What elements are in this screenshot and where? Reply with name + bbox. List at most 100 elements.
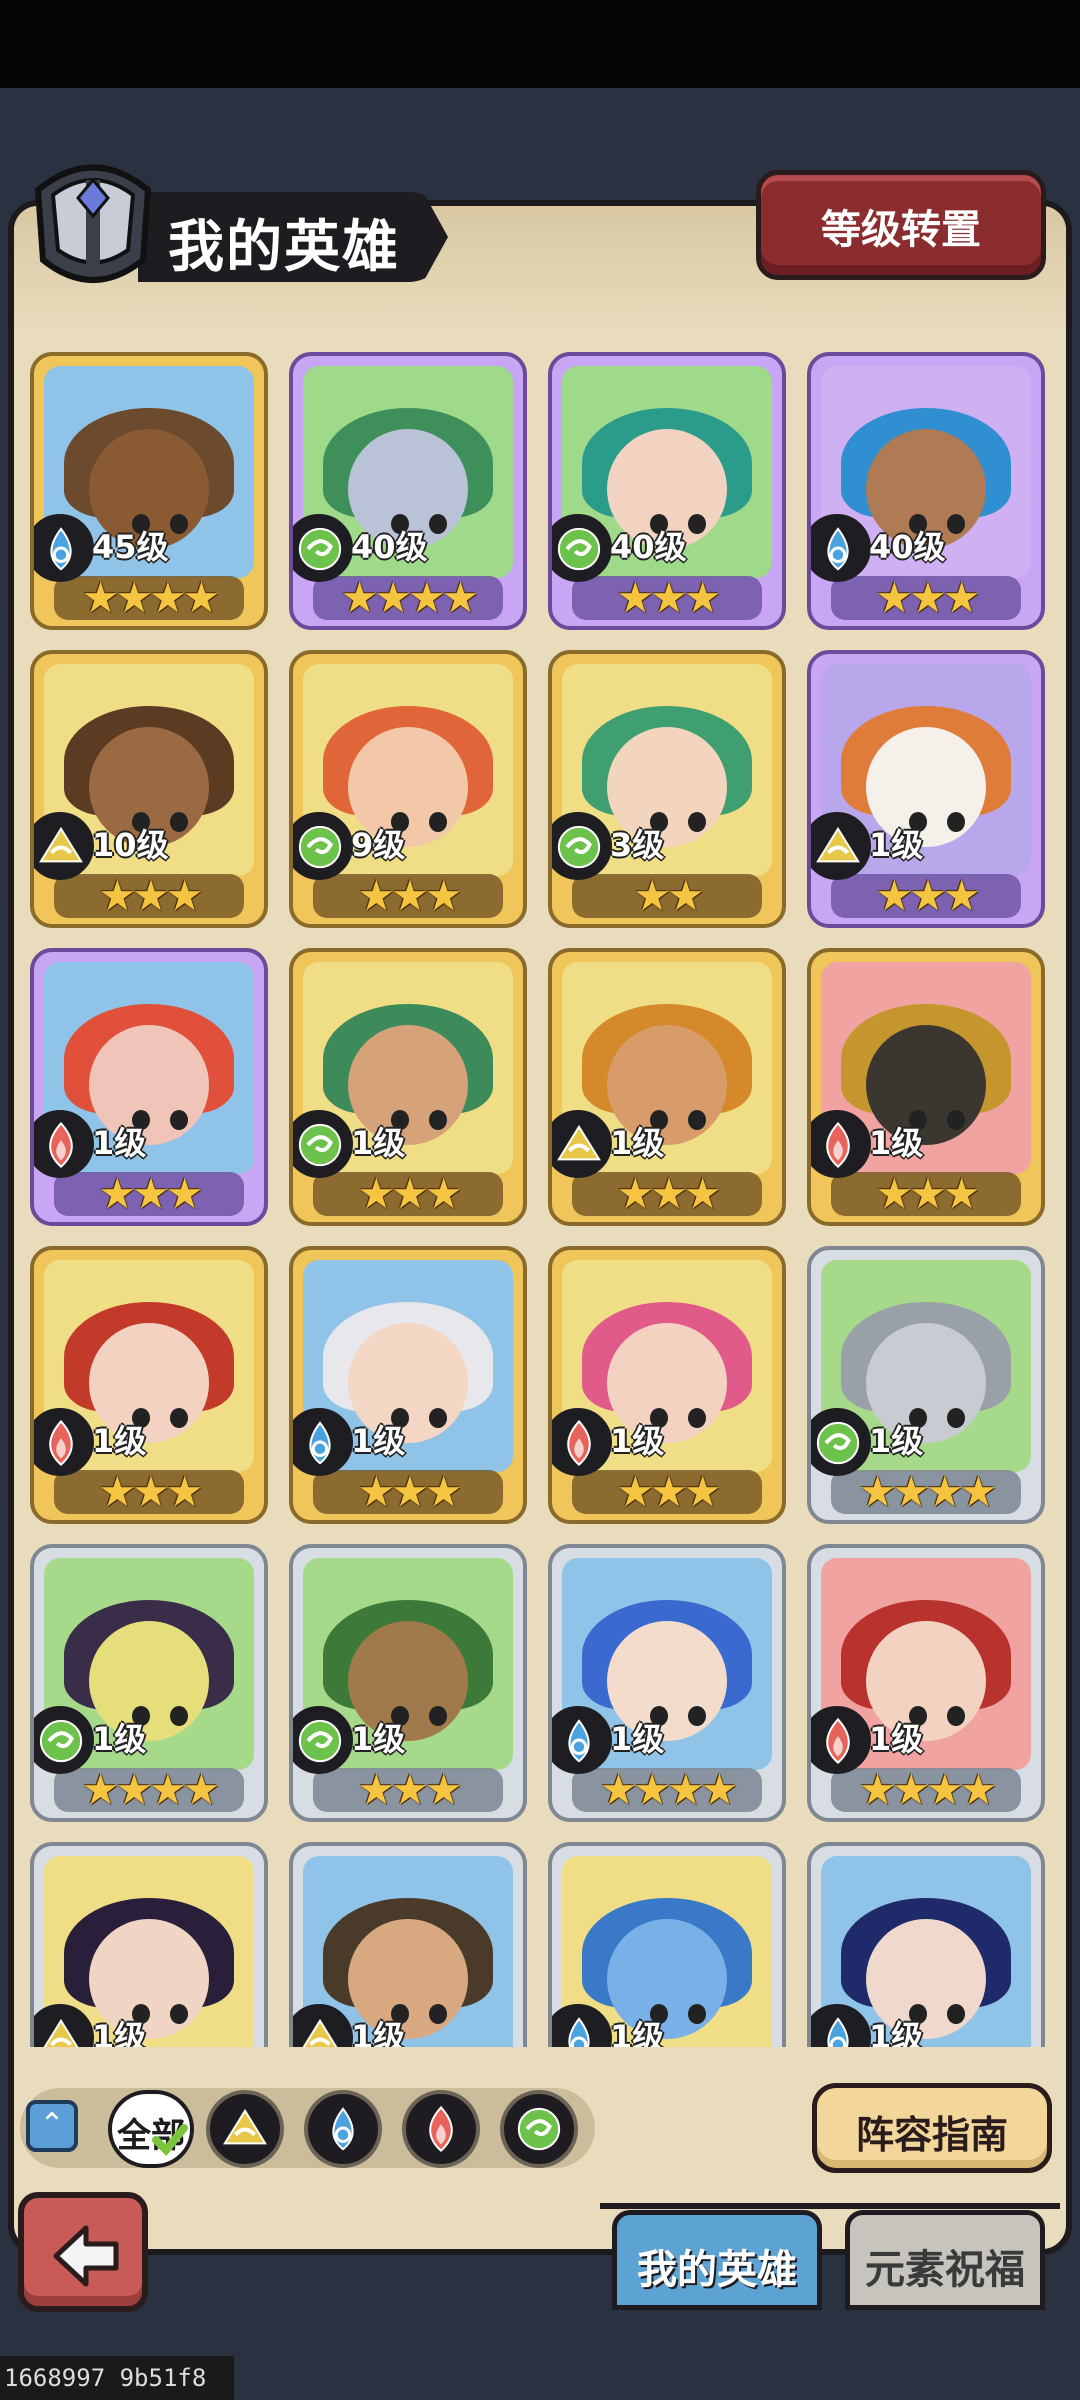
earth-element-icon bbox=[552, 1110, 612, 1178]
hero-card[interactable]: ★★★1级 bbox=[548, 948, 786, 1226]
hero-level: 3级 bbox=[610, 826, 665, 864]
hero-level: 40级 bbox=[610, 528, 687, 566]
hero-level: 1级 bbox=[610, 1422, 665, 1460]
wind-element-icon bbox=[293, 1110, 353, 1178]
hero-card[interactable]: ★★★ 1级 bbox=[289, 1246, 527, 1524]
hero-stars: ★★★ bbox=[357, 1169, 463, 1218]
hero-card[interactable]: ★★★★ 1级 bbox=[807, 1544, 1045, 1822]
fire-element-icon bbox=[429, 2105, 453, 2152]
water-element-icon bbox=[811, 514, 871, 582]
fire-element-icon bbox=[811, 1110, 871, 1178]
fire-element-icon bbox=[34, 1110, 94, 1178]
hero-card[interactable]: ★★★ 40级 bbox=[548, 352, 786, 630]
filter-wind-button[interactable] bbox=[500, 2090, 578, 2168]
lineup-guide-button[interactable]: 阵容指南 bbox=[812, 2083, 1052, 2173]
filter-water-button[interactable] bbox=[304, 2090, 382, 2168]
hero-level: 1级 bbox=[92, 1124, 147, 1162]
hero-level: 1级 bbox=[869, 2018, 924, 2047]
hero-card[interactable]: ★★★ 10级 bbox=[30, 650, 268, 928]
page-title: 我的英雄 bbox=[168, 215, 400, 280]
hero-card[interactable]: ★★★ 1级 bbox=[548, 1246, 786, 1524]
hero-stars: ★★★ bbox=[357, 1467, 463, 1516]
hero-stars: ★★★ bbox=[616, 1467, 722, 1516]
hero-card[interactable]: ★★★★ 40级 bbox=[289, 352, 527, 630]
hero-card[interactable]: ★★★★ 1级 bbox=[30, 1544, 268, 1822]
wind-element-icon bbox=[293, 514, 353, 582]
watermark: 1668997 9b51f8 bbox=[0, 2356, 234, 2400]
tab-my-heroes[interactable]: 我的英雄 bbox=[612, 2210, 822, 2310]
hero-card[interactable]: ★★★1级 bbox=[807, 650, 1045, 928]
level-transfer-label: 等级转置 bbox=[821, 207, 981, 253]
hero-card[interactable]: ★★★ 1级 bbox=[289, 948, 527, 1226]
helmet-icon bbox=[34, 164, 152, 283]
tab-my-heroes-label: 我的英雄 bbox=[637, 2247, 797, 2293]
filter-fire-button[interactable] bbox=[402, 2090, 480, 2168]
water-element-icon bbox=[34, 514, 94, 582]
hero-stars: ★★★ bbox=[616, 573, 722, 622]
fire-element-icon bbox=[552, 1408, 612, 1476]
hero-stars: ★★★★ bbox=[81, 573, 221, 622]
hero-card[interactable]: ★★★ 9级 bbox=[289, 650, 527, 928]
hero-card[interactable]: ★★★1级 bbox=[548, 1842, 786, 2047]
lineup-guide-label: 阵容指南 bbox=[855, 2113, 1008, 2157]
hero-level: 1级 bbox=[610, 1720, 665, 1758]
hero-card[interactable]: ★★★1级 bbox=[807, 1842, 1045, 2047]
hero-level: 1级 bbox=[869, 1422, 924, 1460]
chevron-up-icon[interactable]: ⌃ bbox=[26, 2100, 78, 2152]
hero-level: 1级 bbox=[351, 1124, 406, 1162]
hero-level: 1级 bbox=[351, 1422, 406, 1460]
back-button[interactable] bbox=[18, 2192, 148, 2312]
hero-grid[interactable]: ★★★★ 45级 ★★★★ 40级 ★★★ 40级 ★★★ 40级 ★★★ 10级 ★★★ 9级 ★★ 3… bbox=[30, 352, 1050, 2047]
hero-card[interactable]: ★★★ 1级 bbox=[289, 1544, 527, 1822]
wind-element-icon bbox=[293, 812, 353, 880]
hero-level: 1级 bbox=[92, 1720, 147, 1758]
water-element-icon bbox=[552, 1706, 612, 1774]
hero-stars: ★★★★ bbox=[340, 573, 480, 622]
hero-stars: ★★ bbox=[633, 871, 704, 920]
hero-level: 1级 bbox=[610, 2018, 665, 2047]
hero-stars: ★★★★ bbox=[858, 1765, 998, 1814]
water-element-icon bbox=[332, 2107, 354, 2151]
wind-element-icon bbox=[293, 1706, 353, 1774]
wind-element-icon bbox=[517, 2107, 561, 2151]
hero-card[interactable]: ★★★1级 bbox=[30, 1842, 268, 2047]
hero-level: 1级 bbox=[351, 1720, 406, 1758]
hero-card[interactable]: ★★★1级 bbox=[289, 1842, 527, 2047]
earth-element-icon bbox=[811, 812, 871, 880]
hero-card[interactable]: ★★★★ 1级 bbox=[807, 1246, 1045, 1524]
hero-card[interactable]: ★★★ 1级 bbox=[807, 948, 1045, 1226]
hero-level: 10级 bbox=[92, 826, 169, 864]
wind-element-icon bbox=[34, 1706, 94, 1774]
hero-level: 1级 bbox=[92, 2018, 147, 2047]
hero-card[interactable]: ★★★★ 1级 bbox=[548, 1544, 786, 1822]
earth-element-icon bbox=[34, 812, 94, 880]
hero-stars: ★★★ bbox=[98, 1467, 204, 1516]
hero-level: 1级 bbox=[92, 1422, 147, 1460]
hero-stars: ★★★ bbox=[875, 1169, 981, 1218]
hero-card[interactable]: ★★★1级 bbox=[30, 948, 268, 1226]
hero-stars: ★★★ bbox=[357, 1765, 463, 1814]
hero-card[interactable]: ★★★ 40级 bbox=[807, 352, 1045, 630]
wind-element-icon bbox=[811, 1408, 871, 1476]
hero-stars: ★★★★ bbox=[599, 1765, 739, 1814]
checkmark-icon bbox=[152, 2124, 188, 2156]
hero-level: 40级 bbox=[869, 528, 946, 566]
earth-element-icon bbox=[223, 2108, 267, 2145]
hero-card[interactable]: ★★★ 1级 bbox=[30, 1246, 268, 1524]
hero-card[interactable]: ★★★★ 45级 bbox=[30, 352, 268, 630]
wind-element-icon bbox=[552, 812, 612, 880]
hero-stars: ★★★ bbox=[357, 871, 463, 920]
hero-level: 9级 bbox=[351, 826, 406, 864]
level-transfer-button[interactable]: 等级转置 bbox=[756, 170, 1046, 280]
tab-divider bbox=[600, 2203, 1060, 2209]
hero-stars: ★★★ bbox=[875, 573, 981, 622]
hero-level: 1级 bbox=[869, 1124, 924, 1162]
hero-level: 45级 bbox=[92, 528, 169, 566]
filter-earth-button[interactable] bbox=[206, 2090, 284, 2168]
status-bar bbox=[0, 0, 1080, 88]
fire-element-icon bbox=[34, 1408, 94, 1476]
hero-stars: ★★★ bbox=[98, 871, 204, 920]
hero-level: 1级 bbox=[351, 2018, 406, 2047]
hero-card[interactable]: ★★ 3级 bbox=[548, 650, 786, 928]
tab-element-blessing[interactable]: 元素祝福 bbox=[845, 2210, 1045, 2310]
